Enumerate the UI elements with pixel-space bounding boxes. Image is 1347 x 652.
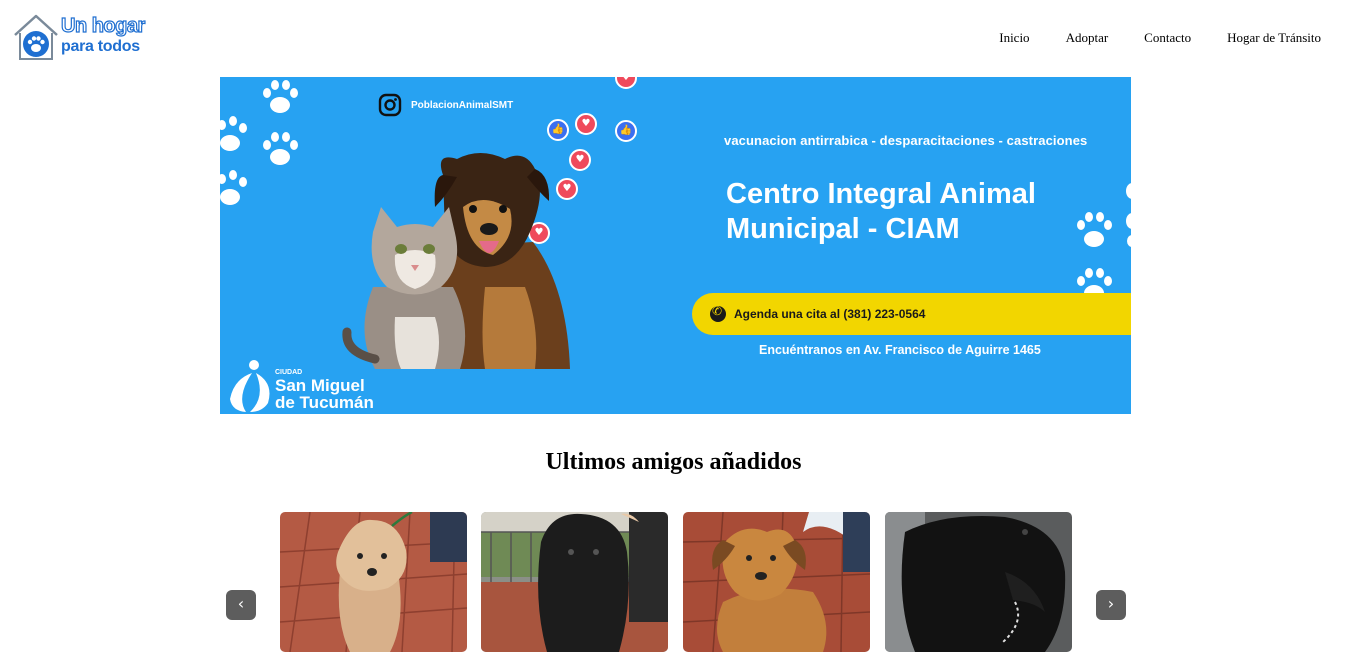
logo-text-line1: Un hogar [60,15,145,37]
house-paw-icon [14,14,58,60]
pet-photo-black-curly-dog [481,512,668,652]
appointment-bar: Agenda una cita al (381) 223-0564 [692,293,1131,335]
paw-print-icon [1126,183,1131,247]
nav-link-contacto[interactable]: Contacto [1144,30,1191,46]
ciam-title-line1: Centro Integral Animal [726,178,1036,210]
ciam-title: Centro Integral Animal Municipal - CIAM [726,177,1106,247]
pet-card[interactable] [481,512,668,652]
main-nav: Inicio Adoptar Contacto Hogar de Tránsit… [963,30,1321,46]
services-text: vacunacion antirrabica - desparacitacion… [724,133,1088,148]
pet-photo-tan-terrier-dog [280,512,467,652]
section-title: Ultimos amigos añadidos [545,449,802,475]
appointment-label: Agenda una cita al (381) 223-0564 [734,307,926,321]
instagram-icon [378,93,402,117]
city-name: San Miguel de Tucumán [275,377,435,411]
city-name-line2: de Tucumán [275,393,374,412]
phone-icon [710,304,726,322]
heart-icon: ♥ [575,113,597,135]
logo-text-line2: para todos [61,38,140,55]
nav-link-adoptar[interactable]: Adoptar [1066,30,1109,46]
carousel-next-button[interactable]: › [1096,590,1126,620]
pet-card[interactable] [683,512,870,652]
cat-and-dog-image [342,153,570,369]
paw-print-icon [220,170,247,205]
nav-link-hogar-de-transito[interactable]: Hogar de Tránsito [1227,30,1321,46]
site-logo[interactable]: Un hogar para todos [12,13,152,63]
instagram-handle: PoblacionAnimalSMT [378,93,513,117]
like-icon: 👍 [615,120,637,142]
city-label-small: CIUDAD [275,369,303,376]
pet-card[interactable] [280,512,467,652]
paw-print-icon [220,116,247,151]
heart-icon: ♥ [615,77,637,89]
carousel-prev-button[interactable]: ‹ [226,590,256,620]
city-name-line1: San Miguel [275,376,365,395]
hero-banner: PoblacionAnimalSMT ♥ ♥ 👍 👍 ♥ ♥ ♥ vacunac… [220,77,1131,414]
instagram-label: PoblacionAnimalSMT [411,99,514,111]
nav-link-inicio[interactable]: Inicio [999,30,1029,46]
city-logo-icon [230,360,270,412]
pet-photo-black-dog [885,512,1072,652]
ciam-title-line2: Municipal - CIAM [726,213,960,245]
address-text: Encuéntranos en Av. Francisco de Aguirre… [759,343,1041,357]
paw-print-icon [263,80,298,113]
pet-card[interactable] [885,512,1072,652]
pet-photo-tan-mixed-dog [683,512,870,652]
paw-print-icon [263,132,298,165]
